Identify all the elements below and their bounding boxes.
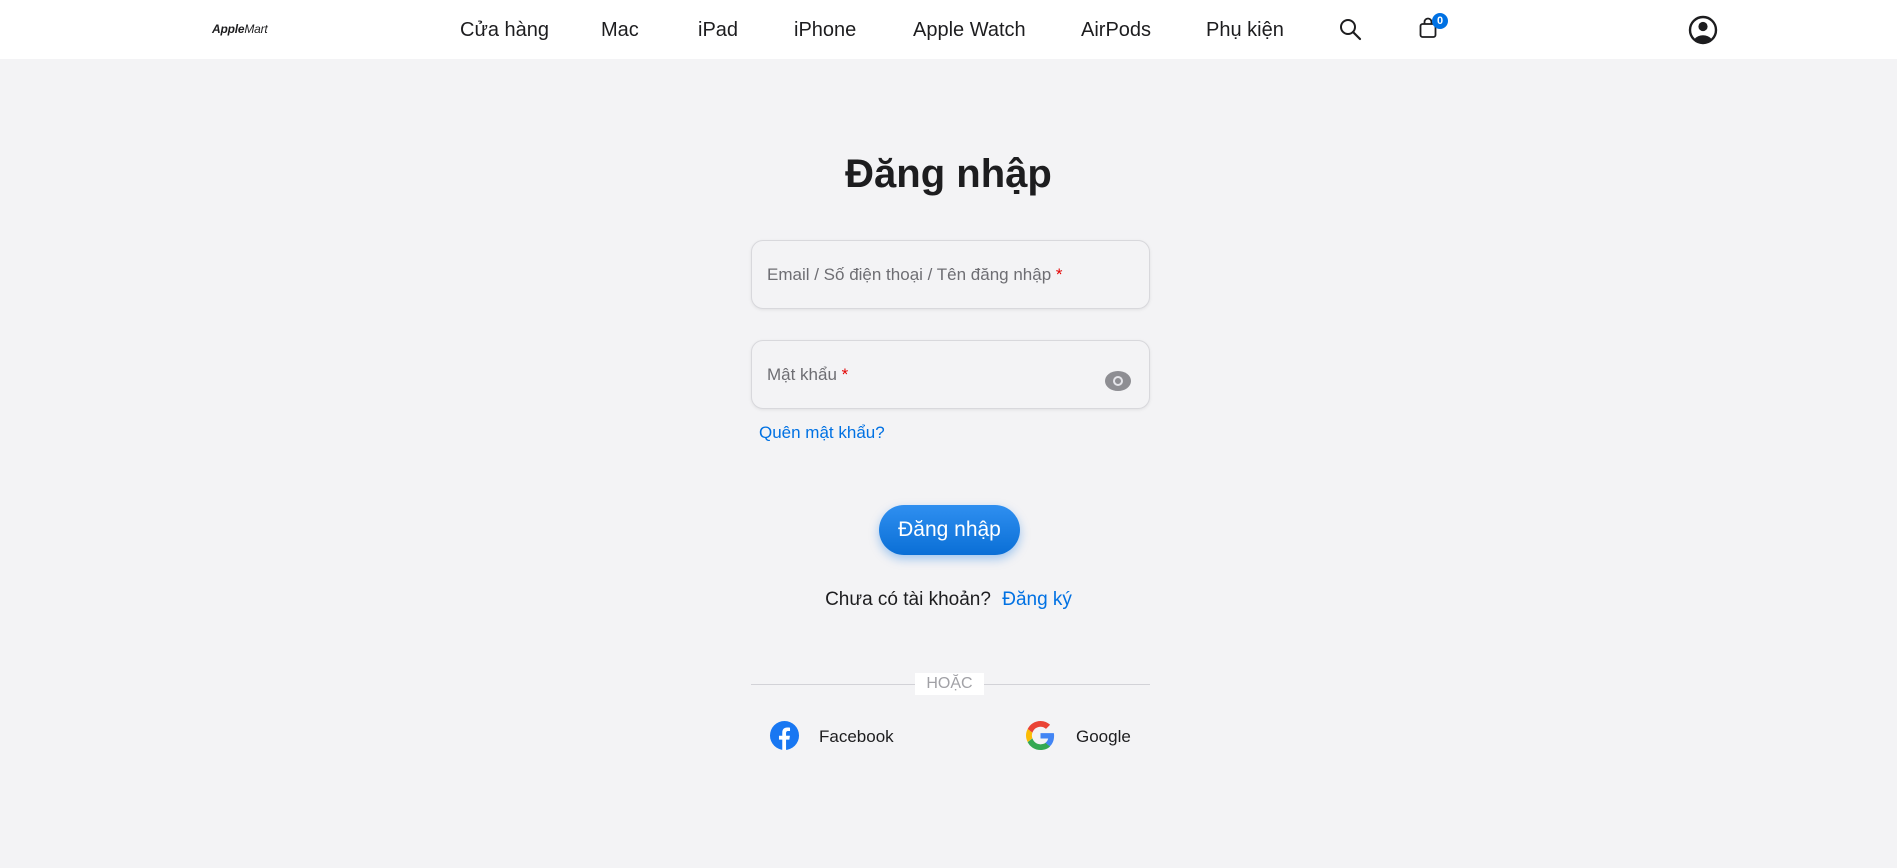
password-field[interactable]: Mật khẩu * <box>751 340 1150 409</box>
google-login-button[interactable]: Google <box>1026 719 1151 755</box>
search-icon[interactable] <box>1338 17 1362 41</box>
signup-link[interactable]: Đăng ký <box>1002 589 1072 610</box>
nav-item-accessories[interactable]: Phụ kiện <box>1206 18 1284 42</box>
logo-suffix-text: Mart <box>244 22 268 36</box>
forgot-password-link[interactable]: Quên mật khẩu? <box>759 423 885 443</box>
google-label: Google <box>1076 727 1131 746</box>
or-label: HOẶC <box>915 673 984 695</box>
user-circle-icon[interactable] <box>1688 15 1718 45</box>
password-input[interactable] <box>766 351 1099 399</box>
username-input[interactable] <box>766 251 1099 299</box>
username-field[interactable]: Email / Số điện thoại / Tên đăng nhập * <box>751 240 1150 309</box>
eye-icon[interactable] <box>1105 371 1131 391</box>
nav-item-iphone[interactable]: iPhone <box>794 18 856 42</box>
signup-row: Chưa có tài khoản? Đăng ký <box>0 589 1897 611</box>
logo-brand-text: Apple <box>212 22 245 36</box>
applemart-logo[interactable]: AppleMart <box>212 22 268 36</box>
nav-item-mac[interactable]: Mac <box>601 18 639 42</box>
nav-item-airpods[interactable]: AirPods <box>1081 18 1151 42</box>
nav-item-ipad[interactable]: iPad <box>698 18 738 42</box>
page-title: Đăng nhập <box>845 152 1052 196</box>
login-button[interactable]: Đăng nhập <box>879 505 1020 555</box>
top-navbar: AppleMart Cửa hàng Mac iPad iPhone Apple… <box>0 0 1897 59</box>
nav-item-apple-watch[interactable]: Apple Watch <box>913 18 1026 42</box>
cart-count-badge: 0 <box>1432 13 1448 29</box>
no-account-text: Chưa có tài khoản? <box>825 589 991 610</box>
google-icon <box>1026 721 1055 755</box>
facebook-icon <box>769 720 800 756</box>
facebook-label: Facebook <box>819 727 894 746</box>
facebook-login-button[interactable]: Facebook <box>769 719 905 755</box>
nav-item-store[interactable]: Cửa hàng <box>460 18 549 42</box>
